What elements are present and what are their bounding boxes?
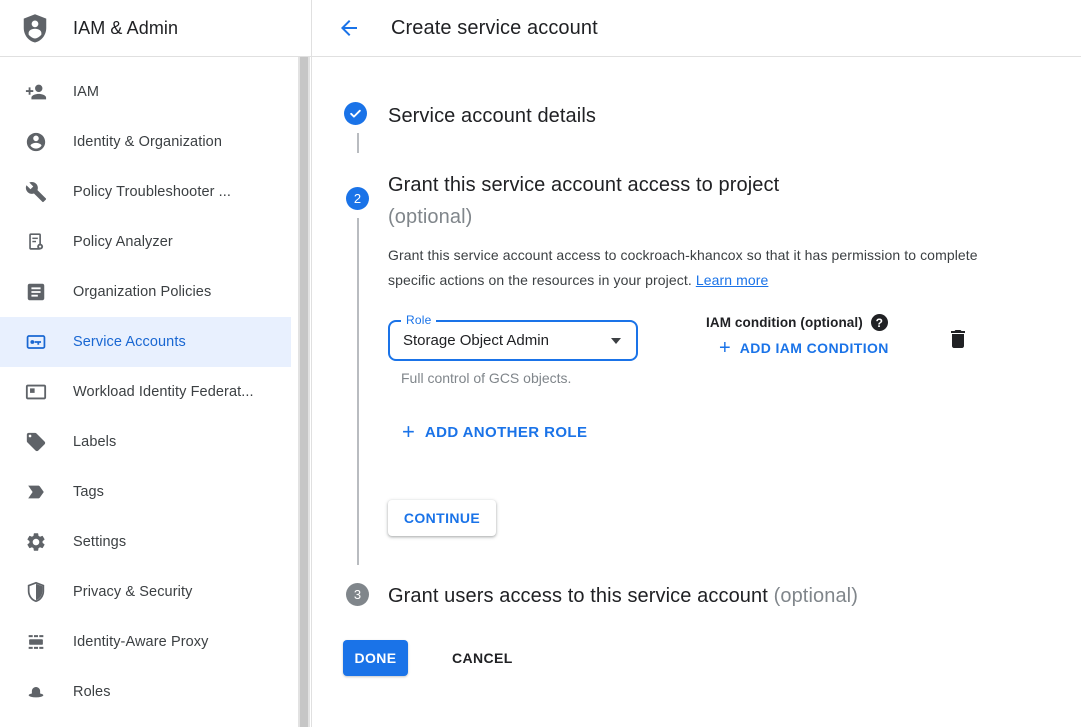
sidebar-scrollbar[interactable] (298, 57, 310, 727)
sidebar-item-label: Identity & Organization (73, 134, 222, 150)
shield-half-icon (24, 580, 48, 604)
sidebar-item-label: Organization Policies (73, 284, 211, 300)
step2-number: 2 (354, 191, 361, 206)
step2-description-text: Grant this service account access to coc… (388, 247, 978, 288)
role-select[interactable]: Role Storage Object Admin (388, 320, 638, 361)
role-selected-value: Storage Object Admin (403, 332, 549, 349)
dropdown-caret-icon (611, 338, 621, 344)
iam-admin-shield-icon (20, 11, 50, 45)
sidebar-item-label: Policy Troubleshooter ... (73, 184, 231, 200)
add-iam-condition-label: ADD IAM CONDITION (740, 340, 889, 356)
sidebar-item-roles[interactable]: Roles (0, 667, 291, 717)
sidebar-item-privacy-security[interactable]: Privacy & Security (0, 567, 291, 617)
done-button[interactable]: DONE (343, 640, 408, 676)
step3-optional-text: (optional) (774, 585, 858, 607)
delete-role-trash-icon[interactable] (946, 327, 970, 351)
sidebar-item-label: Service Accounts (73, 334, 186, 350)
product-title: IAM & Admin (73, 18, 178, 39)
help-icon[interactable]: ? (871, 314, 888, 331)
step2-title: Grant this service account access to pro… (388, 169, 1008, 233)
step-connector (357, 218, 359, 565)
sidebar-item-label: Tags (73, 484, 104, 500)
sidebar-divider (311, 0, 312, 727)
add-another-role-label: ADD ANOTHER ROLE (425, 424, 588, 441)
sidebar-item-identity-aware-proxy[interactable]: Identity-Aware Proxy (0, 617, 291, 667)
sidebar-item-label: Privacy & Security (73, 584, 192, 600)
step3-title-text: Grant users access to this service accou… (388, 585, 768, 607)
person-add-icon (24, 80, 48, 104)
sidebar-item-labels[interactable]: Labels (0, 417, 291, 467)
back-arrow-icon[interactable] (337, 16, 361, 40)
step3-number-icon: 3 (346, 583, 369, 606)
sidebar-item-label: Roles (73, 684, 111, 700)
page-title: Create service account (391, 17, 598, 40)
cancel-button[interactable]: CANCEL (444, 640, 521, 676)
account-circle-icon (24, 130, 48, 154)
main-header: Create service account (312, 0, 1081, 57)
add-iam-condition-button[interactable]: + ADD IAM CONDITION (719, 339, 889, 357)
sidebar-item-label: Identity-Aware Proxy (73, 634, 209, 650)
step1-title: Service account details (388, 100, 596, 132)
label-icon (24, 430, 48, 454)
role-field-label: Role (401, 313, 436, 327)
document-icon (24, 280, 48, 304)
step3-number: 3 (354, 587, 361, 602)
policy-analyzer-icon (24, 230, 48, 254)
sidebar-header: IAM & Admin (0, 0, 311, 57)
role-helper-text: Full control of GCS objects. (401, 370, 571, 386)
tag-arrow-icon (24, 480, 48, 504)
sidebar-item-policy-troubleshooter[interactable]: Policy Troubleshooter ... (0, 167, 291, 217)
iam-condition-label-text: IAM condition (optional) (706, 315, 863, 330)
sidebar-item-iam[interactable]: IAM (0, 67, 291, 117)
sidebar-item-label: Workload Identity Federat... (73, 384, 254, 400)
step3-title: Grant users access to this service accou… (388, 580, 1068, 612)
sidebar-nav: IAM Identity & Organization Policy Trouble… (0, 57, 311, 727)
add-icon: + (719, 339, 731, 357)
sidebar-item-service-accounts[interactable]: Service Accounts (0, 317, 291, 367)
step2-number-icon: 2 (346, 187, 369, 210)
sidebar-item-workload-identity-federat[interactable]: Workload Identity Federat... (0, 367, 291, 417)
add-icon: + (402, 423, 415, 441)
sidebar-item-policy-analyzer[interactable]: Policy Analyzer (0, 217, 291, 267)
card-icon (24, 380, 48, 404)
gear-icon (24, 530, 48, 554)
step-connector (357, 133, 359, 153)
step2-title-text: Grant this service account access to pro… (388, 174, 779, 196)
step2-description: Grant this service account access to coc… (388, 243, 982, 293)
create-service-account-page: IAM & Admin IAM Identity & Organization Po… (0, 0, 1081, 727)
step2-optional-text: (optional) (388, 206, 472, 228)
add-another-role-button[interactable]: + ADD ANOTHER ROLE (402, 423, 587, 441)
learn-more-link[interactable]: Learn more (696, 272, 769, 288)
sidebar-item-identity-organization[interactable]: Identity & Organization (0, 117, 291, 167)
sidebar-item-settings[interactable]: Settings (0, 517, 291, 567)
sidebar-item-label: Settings (73, 534, 126, 550)
proxy-icon (24, 630, 48, 654)
continue-button[interactable]: CONTINUE (388, 500, 496, 536)
sidebar-item-label: Labels (73, 434, 116, 450)
sidebar-item-label: IAM (73, 84, 99, 100)
service-account-icon (24, 330, 48, 354)
sidebar-item-organization-policies[interactable]: Organization Policies (0, 267, 291, 317)
sidebar-item-tags[interactable]: Tags (0, 467, 291, 517)
wrench-icon (24, 180, 48, 204)
hat-icon (24, 680, 48, 704)
iam-condition-label: IAM condition (optional) ? (706, 314, 888, 331)
step1-check-icon (344, 102, 367, 125)
sidebar-item-label: Policy Analyzer (73, 234, 173, 250)
